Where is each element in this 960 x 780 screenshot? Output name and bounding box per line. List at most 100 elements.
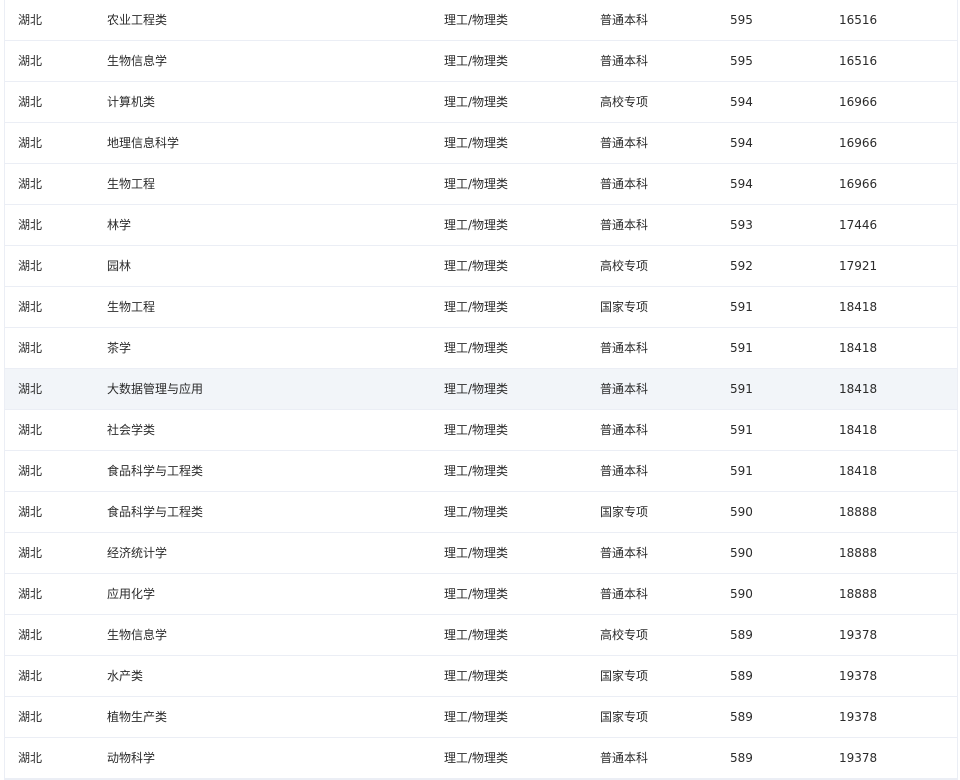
table-row[interactable]: 湖北 生物信息学 理工/物理类 普通本科 595 16516 <box>5 41 957 82</box>
min-rank-cell: 18888 <box>839 587 878 601</box>
province-cell: 湖北 <box>18 628 43 642</box>
batch-cell: 国家专项 <box>600 710 649 724</box>
min-score-cell: 591 <box>730 341 753 355</box>
province-cell: 湖北 <box>18 218 43 232</box>
major-cell: 园林 <box>107 259 132 273</box>
major-cell: 生物工程 <box>107 177 156 191</box>
subject-type-cell: 理工/物理类 <box>444 300 509 314</box>
table-row[interactable]: 湖北 食品科学与工程类 理工/物理类 普通本科 591 18418 <box>5 451 957 492</box>
table-row[interactable]: 湖北 林学 理工/物理类 普通本科 593 17446 <box>5 205 957 246</box>
min-rank-cell: 18418 <box>839 341 878 355</box>
major-cell: 生物信息学 <box>107 628 168 642</box>
subject-type-cell: 理工/物理类 <box>444 710 509 724</box>
table-row[interactable]: 湖北 经济统计学 理工/物理类 普通本科 590 18888 <box>5 533 957 574</box>
min-rank-cell: 18888 <box>839 546 878 560</box>
min-score-cell: 594 <box>730 95 753 109</box>
min-rank-cell: 16966 <box>839 95 878 109</box>
province-cell: 湖北 <box>18 587 43 601</box>
table-row[interactable]: 湖北 地理信息科学 理工/物理类 普通本科 594 16966 <box>5 123 957 164</box>
min-rank-cell: 17446 <box>839 218 878 232</box>
table-row[interactable]: 湖北 生物工程 理工/物理类 普通本科 594 16966 <box>5 164 957 205</box>
major-cell: 林学 <box>107 218 132 232</box>
major-cell: 经济统计学 <box>107 546 168 560</box>
province-cell: 湖北 <box>18 13 43 27</box>
batch-cell: 普通本科 <box>600 218 649 232</box>
batch-cell: 普通本科 <box>600 136 649 150</box>
province-cell: 湖北 <box>18 54 43 68</box>
min-rank-cell: 17921 <box>839 259 878 273</box>
table-row[interactable]: 湖北 生物信息学 理工/物理类 高校专项 589 19378 <box>5 615 957 656</box>
min-score-cell: 589 <box>730 628 753 642</box>
major-cell: 农业工程类 <box>107 13 168 27</box>
major-cell: 地理信息科学 <box>107 136 180 150</box>
batch-cell: 普通本科 <box>600 177 649 191</box>
min-score-cell: 592 <box>730 259 753 273</box>
table-row[interactable]: 湖北 植物生产类 理工/物理类 国家专项 589 19378 <box>5 697 957 738</box>
min-score-cell: 590 <box>730 587 753 601</box>
subject-type-cell: 理工/物理类 <box>444 13 509 27</box>
table-row[interactable]: 湖北 农业工程类 理工/物理类 普通本科 595 16516 <box>5 0 957 41</box>
table-row[interactable]: 湖北 水产类 理工/物理类 国家专项 589 19378 <box>5 656 957 697</box>
table-row[interactable]: 湖北 园林 理工/物理类 高校专项 592 17921 <box>5 246 957 287</box>
min-rank-cell: 19378 <box>839 628 878 642</box>
min-score-cell: 589 <box>730 710 753 724</box>
province-cell: 湖北 <box>18 341 43 355</box>
table-row[interactable]: 湖北 社会学类 理工/物理类 普通本科 591 18418 <box>5 410 957 451</box>
subject-type-cell: 理工/物理类 <box>444 218 509 232</box>
min-score-cell: 595 <box>730 54 753 68</box>
min-score-cell: 591 <box>730 423 753 437</box>
batch-cell: 普通本科 <box>600 423 649 437</box>
batch-cell: 高校专项 <box>600 95 649 109</box>
min-rank-cell: 19378 <box>839 751 878 765</box>
province-cell: 湖北 <box>18 751 43 765</box>
min-score-cell: 595 <box>730 13 753 27</box>
batch-cell: 普通本科 <box>600 546 649 560</box>
batch-cell: 普通本科 <box>600 464 649 478</box>
major-cell: 社会学类 <box>107 423 156 437</box>
min-rank-cell: 19378 <box>839 710 878 724</box>
table-row[interactable]: 湖北 动物科学 理工/物理类 普通本科 589 19378 <box>5 738 957 779</box>
table-body: 湖北 农业工程类 理工/物理类 普通本科 595 16516 湖北 生物信息学 理工/物理类 普通… <box>5 0 957 779</box>
major-cell: 植物生产类 <box>107 710 168 724</box>
major-cell: 生物信息学 <box>107 54 168 68</box>
table-row[interactable]: 湖北 大数据管理与应用 理工/物理类 普通本科 591 18418 <box>5 369 957 410</box>
province-cell: 湖北 <box>18 95 43 109</box>
min-rank-cell: 18888 <box>839 505 878 519</box>
table-row[interactable]: 湖北 食品科学与工程类 理工/物理类 国家专项 590 18888 <box>5 492 957 533</box>
batch-cell: 普通本科 <box>600 13 649 27</box>
province-cell: 湖北 <box>18 177 43 191</box>
major-cell: 茶学 <box>107 341 132 355</box>
province-cell: 湖北 <box>18 136 43 150</box>
major-cell: 水产类 <box>107 669 144 683</box>
subject-type-cell: 理工/物理类 <box>444 628 509 642</box>
table-row[interactable]: 湖北 茶学 理工/物理类 普通本科 591 18418 <box>5 328 957 369</box>
table-row[interactable]: 湖北 生物工程 理工/物理类 国家专项 591 18418 <box>5 287 957 328</box>
subject-type-cell: 理工/物理类 <box>444 54 509 68</box>
subject-type-cell: 理工/物理类 <box>444 177 509 191</box>
min-rank-cell: 16966 <box>839 136 878 150</box>
subject-type-cell: 理工/物理类 <box>444 341 509 355</box>
subject-type-cell: 理工/物理类 <box>444 259 509 273</box>
min-rank-cell: 18418 <box>839 423 878 437</box>
min-score-cell: 590 <box>730 546 753 560</box>
major-cell: 动物科学 <box>107 751 156 765</box>
subject-type-cell: 理工/物理类 <box>444 95 509 109</box>
major-cell: 计算机类 <box>107 95 156 109</box>
subject-type-cell: 理工/物理类 <box>444 505 509 519</box>
min-score-cell: 593 <box>730 218 753 232</box>
min-rank-cell: 16966 <box>839 177 878 191</box>
min-rank-cell: 19378 <box>839 669 878 683</box>
batch-cell: 普通本科 <box>600 382 649 396</box>
province-cell: 湖北 <box>18 710 43 724</box>
min-score-cell: 589 <box>730 669 753 683</box>
major-cell: 应用化学 <box>107 587 156 601</box>
table-row[interactable]: 湖北 计算机类 理工/物理类 高校专项 594 16966 <box>5 82 957 123</box>
major-cell: 食品科学与工程类 <box>107 505 204 519</box>
subject-type-cell: 理工/物理类 <box>444 751 509 765</box>
table-row[interactable]: 湖北 应用化学 理工/物理类 普通本科 590 18888 <box>5 574 957 615</box>
subject-type-cell: 理工/物理类 <box>444 669 509 683</box>
min-score-cell: 594 <box>730 177 753 191</box>
batch-cell: 国家专项 <box>600 505 649 519</box>
min-score-cell: 590 <box>730 505 753 519</box>
province-cell: 湖北 <box>18 546 43 560</box>
